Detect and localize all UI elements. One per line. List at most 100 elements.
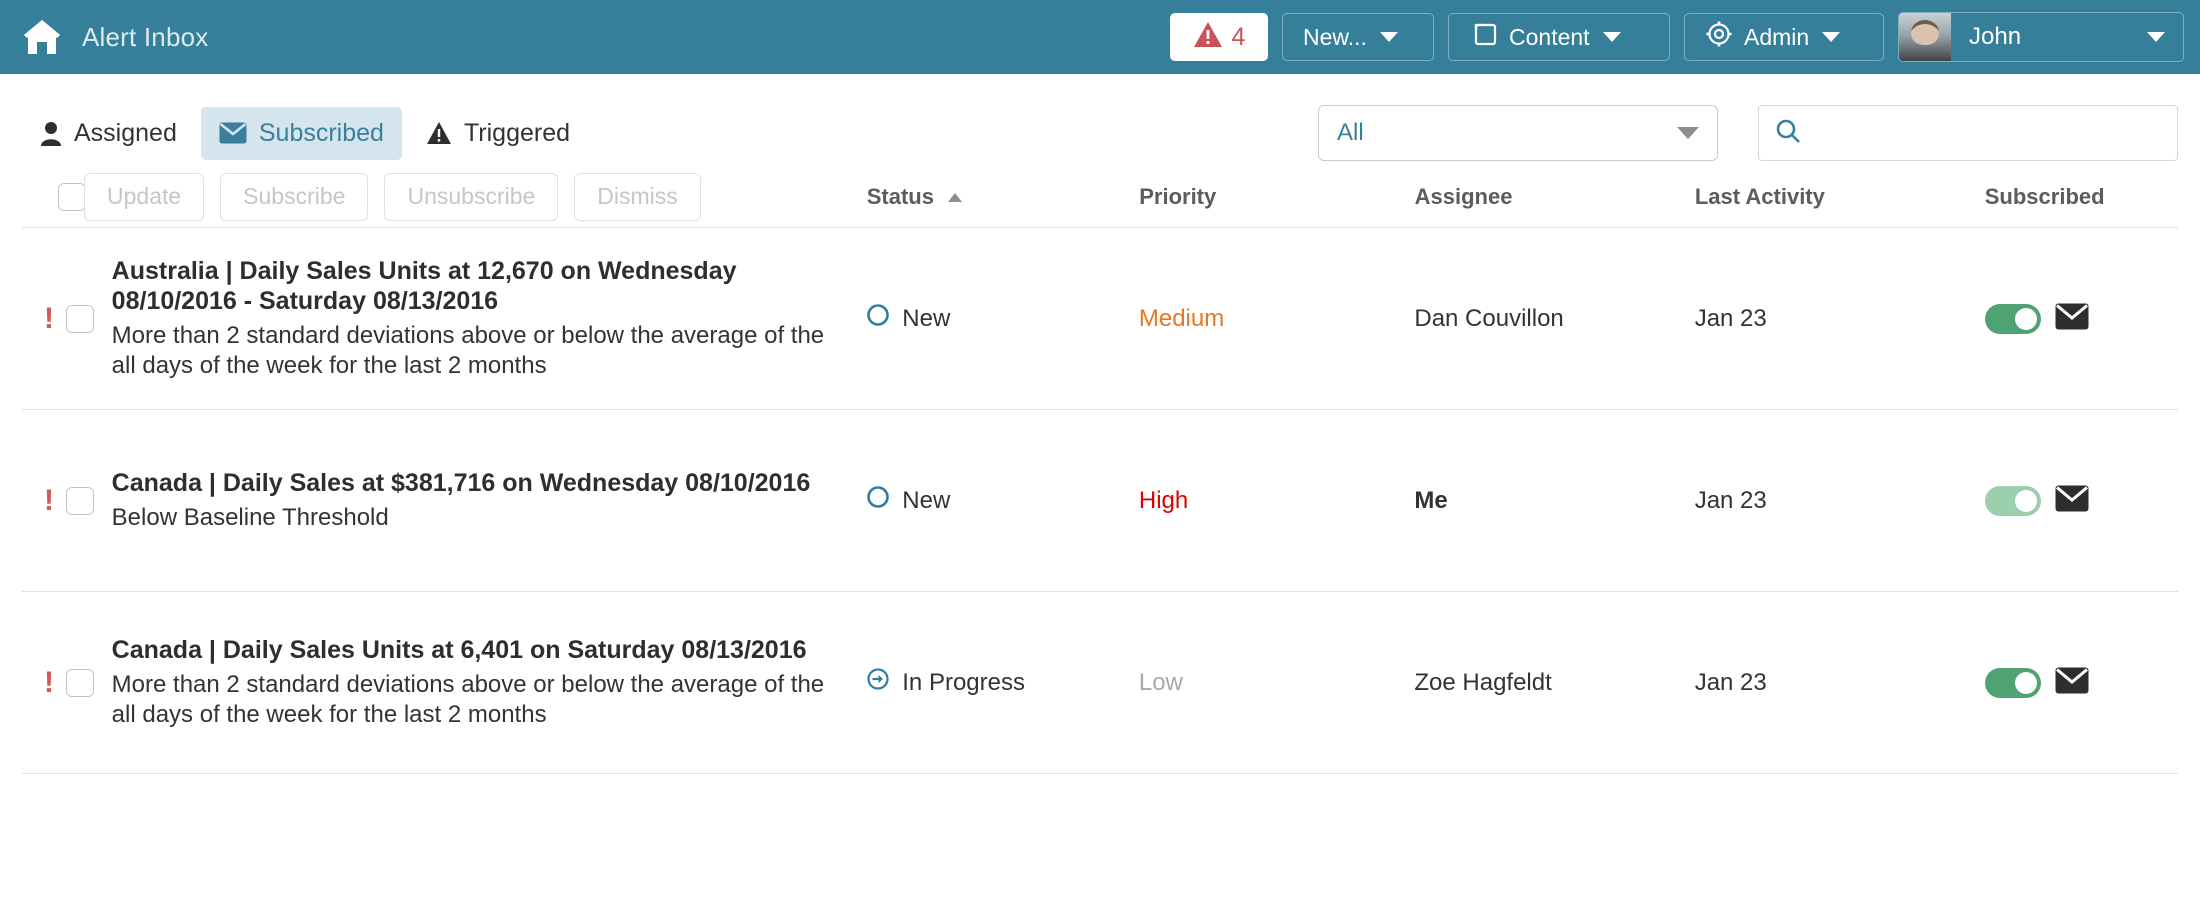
filters-row: Assigned Subscribed Triggered All [22,74,2178,166]
status-cell: New [866,303,1139,334]
dismiss-button[interactable]: Dismiss [574,172,701,221]
column-header-last-activity[interactable]: Last Activity [1695,184,1985,210]
chevron-down-icon [1602,32,1621,42]
warning-triangle-icon [426,121,452,145]
row-select-cell: ! [22,665,112,699]
select-all-cell [22,182,86,211]
subscribe-button[interactable]: Subscribe [220,172,369,221]
alert-title: Canada | Daily Sales at $381,716 on Wedn… [111,469,811,498]
circle-arrow-right-icon [866,667,890,698]
column-header-assignee[interactable]: Assignee [1415,184,1695,210]
content-button[interactable]: Content [1448,13,1670,61]
priority-flag-icon: ! [44,665,54,699]
alert-description: Below Baseline Threshold [111,503,389,531]
tab-assigned-label: Assigned [74,118,177,147]
table-row[interactable]: ! Canada | Daily Sales at $381,716 on We… [22,410,2178,592]
select-all-checkbox[interactable] [58,182,86,211]
circle-outline-icon [866,303,890,334]
chevron-down-icon [1822,32,1841,42]
alert-type-select-value: All [1337,119,1364,146]
sort-ascending-icon [948,193,963,203]
subscribed-cell [1984,303,2178,335]
alert-type-select[interactable]: All [1318,105,1718,161]
new-button-label: New... [1303,23,1367,50]
assignee-cell: Zoe Hagfeldt [1414,668,1552,696]
bulk-actions: Update Subscribe Unsubscribe Dismiss [84,172,867,221]
inbox-tabs: Assigned Subscribed Triggered [22,106,588,160]
update-button[interactable]: Update [84,172,205,221]
row-select-cell: ! [22,483,112,517]
priority-flag-icon: ! [44,301,54,335]
envelope-icon[interactable] [2055,667,2089,699]
alert-summary[interactable]: Canada | Daily Sales Units at 6,401 on S… [112,635,867,730]
table-row[interactable]: ! Australia | Daily Sales Units at 12,67… [22,228,2178,410]
subscribe-toggle[interactable] [1984,667,2041,698]
priority-cell: Low [1138,668,1183,696]
priority-flag-icon: ! [44,483,54,517]
row-checkbox[interactable] [66,668,94,697]
alert-description: More than 2 standard deviations above or… [111,321,825,379]
row-select-cell: ! [22,301,112,335]
chevron-down-icon [2147,32,2165,42]
home-icon[interactable] [22,18,62,56]
column-header-status-label: Status [866,183,934,209]
subscribe-toggle[interactable] [1984,303,2041,334]
alert-count: 4 [1231,22,1246,51]
top-navigation-bar: Alert Inbox 4 New... Content Admin John [0,0,2200,74]
unsubscribe-button[interactable]: Unsubscribe [384,172,559,221]
alert-count-button[interactable]: 4 [1170,13,1268,61]
top-nav-actions: 4 New... Content Admin John [1170,12,2184,62]
brand-area: Alert Inbox [22,18,209,56]
page-title: Alert Inbox [82,21,209,52]
subscribed-cell [1984,485,2178,517]
alert-title: Canada | Daily Sales Units at 6,401 on S… [111,636,807,665]
search-icon [1775,118,1801,149]
filter-controls: All [1318,105,2178,161]
envelope-icon[interactable] [2055,303,2089,335]
alert-title: Australia | Daily Sales Units at 12,670 … [111,256,737,316]
alert-summary[interactable]: Canada | Daily Sales at $381,716 on Wedn… [112,468,867,533]
row-checkbox[interactable] [66,304,94,333]
tab-subscribed-label: Subscribed [258,118,384,147]
envelope-icon[interactable] [2055,485,2089,517]
avatar [1899,13,1951,61]
circle-outline-icon [866,485,890,516]
warning-triangle-icon [1193,21,1223,53]
alerts-table: Update Subscribe Unsubscribe Dismiss Sta… [22,166,2178,774]
status-label: New [902,304,951,332]
last-activity-cell: Jan 23 [1694,486,1767,514]
row-checkbox[interactable] [66,486,94,515]
folder-icon [1471,22,1498,53]
table-row[interactable]: ! Canada | Daily Sales Units at 6,401 on… [22,592,2178,774]
status-label: In Progress [902,668,1025,696]
tab-assigned[interactable]: Assigned [22,107,195,160]
tab-triggered-label: Triggered [463,118,571,147]
search-input[interactable] [1813,118,2161,148]
chevron-down-icon [1677,127,1699,139]
priority-cell: High [1138,486,1189,514]
person-icon [40,121,62,146]
tab-subscribed[interactable]: Subscribed [200,106,402,160]
user-name: John [1969,23,2022,50]
admin-button[interactable]: Admin [1684,13,1884,61]
new-button[interactable]: New... [1282,13,1434,61]
status-label: New [902,486,951,514]
alert-summary[interactable]: Australia | Daily Sales Units at 12,670 … [112,256,867,381]
column-header-priority[interactable]: Priority [1139,184,1414,210]
gear-icon [1705,20,1733,54]
column-header-subscribed[interactable]: Subscribed [1985,184,2178,210]
user-menu[interactable]: John [1898,12,2184,62]
table-header-row: Update Subscribe Unsubscribe Dismiss Sta… [22,166,2178,228]
status-cell: In Progress [866,667,1139,698]
search-box[interactable] [1758,105,2178,161]
column-header-status[interactable]: Status [867,184,1140,210]
assignee-cell: Me [1414,486,1448,514]
subscribed-cell [1984,667,2178,699]
chevron-down-icon [1379,32,1398,42]
content-button-label: Content [1509,23,1590,50]
subscribe-toggle[interactable] [1984,485,2041,516]
admin-button-label: Admin [1744,23,1810,50]
tab-triggered[interactable]: Triggered [408,107,588,160]
alert-description: More than 2 standard deviations above or… [111,670,825,728]
envelope-icon [219,122,247,144]
